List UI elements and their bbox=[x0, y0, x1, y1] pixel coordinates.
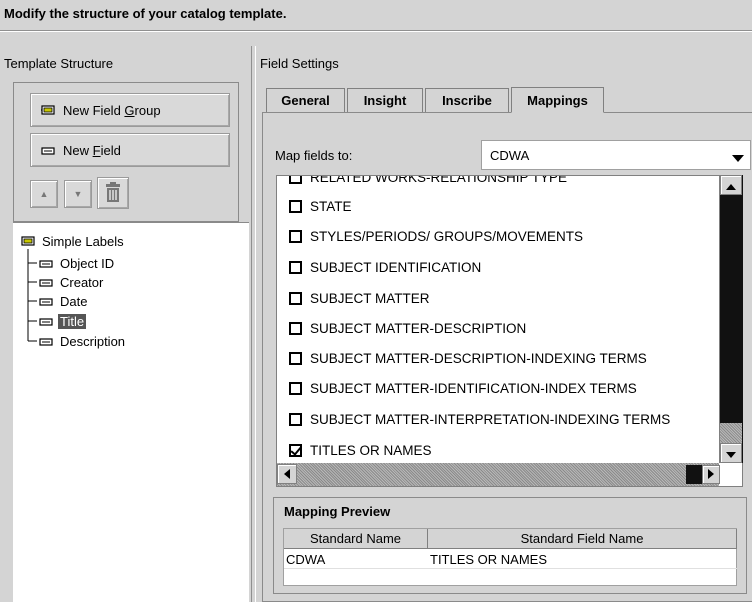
list-item[interactable]: STATE bbox=[289, 196, 352, 216]
table-cell: TITLES OR NAMES bbox=[428, 550, 737, 569]
tree-item[interactable]: Object ID bbox=[39, 254, 116, 272]
delete-button[interactable] bbox=[97, 177, 129, 209]
field-icon bbox=[39, 294, 53, 309]
template-toolbar: New Field Group New Field ▲ ▼ bbox=[13, 82, 239, 222]
checkbox[interactable] bbox=[289, 229, 302, 243]
field-icon bbox=[39, 275, 53, 290]
tree-item-label: Object ID bbox=[60, 255, 115, 271]
mapping-preview-legend: Mapping Preview bbox=[282, 504, 393, 519]
heading-divider bbox=[0, 30, 752, 32]
trash-icon bbox=[105, 181, 121, 205]
column-header[interactable]: Standard Name bbox=[284, 529, 428, 549]
checkbox[interactable] bbox=[289, 351, 302, 365]
list-item[interactable]: SUBJECT MATTER-IDENTIFICATION-INDEX TERM… bbox=[289, 378, 637, 398]
field-settings-label: Field Settings bbox=[260, 56, 339, 71]
tree-item-label: Date bbox=[60, 293, 88, 309]
new-field-button[interactable]: New Field bbox=[30, 133, 230, 167]
list-item[interactable]: SUBJECT MATTER-INTERPRETATION-INDEXING T… bbox=[289, 409, 670, 429]
field-group-icon bbox=[41, 103, 55, 118]
checkbox[interactable] bbox=[289, 412, 302, 426]
triangle-left-icon bbox=[284, 467, 290, 482]
scroll-down-button[interactable] bbox=[720, 443, 742, 463]
vertical-scrollbar[interactable] bbox=[719, 175, 743, 463]
scroll-left-button[interactable] bbox=[277, 464, 297, 484]
triangle-up-icon: ▲ bbox=[39, 189, 49, 199]
page-heading: Modify the structure of your catalog tem… bbox=[4, 6, 287, 21]
checkbox[interactable] bbox=[289, 321, 302, 335]
tree-root[interactable]: Simple Labels bbox=[21, 232, 126, 250]
tab-mappings[interactable]: Mappings bbox=[511, 87, 604, 113]
tab-insight[interactable]: Insight bbox=[347, 88, 423, 112]
chevron-down-icon bbox=[732, 151, 744, 166]
move-up-button[interactable]: ▲ bbox=[30, 180, 58, 208]
triangle-right-icon bbox=[708, 467, 714, 482]
list-item[interactable]: SUBJECT MATTER bbox=[289, 288, 430, 308]
column-header[interactable]: Standard Field Name bbox=[428, 529, 737, 549]
scroll-right-button[interactable] bbox=[702, 465, 720, 484]
list-item[interactable]: SUBJECT IDENTIFICATION bbox=[289, 257, 481, 277]
horizontal-scrollbar[interactable] bbox=[277, 463, 719, 486]
mapping-preview-table: Standard Name Standard Field Name CDWA T… bbox=[283, 528, 737, 586]
tree-item-label: Title bbox=[58, 313, 87, 329]
triangle-down-icon bbox=[726, 446, 736, 461]
checkbox[interactable] bbox=[289, 291, 302, 305]
field-group-icon bbox=[21, 234, 35, 249]
scroll-thumb[interactable] bbox=[686, 465, 702, 484]
checkbox[interactable] bbox=[289, 199, 302, 213]
tab-general[interactable]: General bbox=[266, 88, 345, 112]
scroll-track[interactable] bbox=[720, 423, 742, 445]
tab-inscribe[interactable]: Inscribe bbox=[425, 88, 509, 112]
list-item[interactable]: SUBJECT MATTER-DESCRIPTION bbox=[289, 318, 526, 338]
tree-item-selected[interactable]: Title bbox=[39, 312, 87, 330]
checkbox[interactable] bbox=[289, 381, 302, 395]
move-down-button[interactable]: ▼ bbox=[64, 180, 92, 208]
template-tree[interactable]: Simple Labels Object ID Creator Date Tit… bbox=[13, 222, 249, 602]
field-icon bbox=[41, 143, 55, 158]
tree-item[interactable]: Date bbox=[39, 292, 89, 310]
field-icon bbox=[39, 256, 53, 271]
tree-item[interactable]: Description bbox=[39, 332, 127, 350]
checkbox-checked[interactable] bbox=[289, 443, 302, 457]
checkbox[interactable] bbox=[289, 260, 302, 274]
field-mapping-list[interactable]: RELATED WORKS-RELATIONSHIP TYPE STATE ST… bbox=[276, 175, 743, 487]
map-fields-select[interactable]: CDWA bbox=[481, 140, 751, 170]
field-icon bbox=[39, 334, 53, 349]
new-field-group-button[interactable]: New Field Group bbox=[30, 93, 230, 127]
field-icon bbox=[39, 314, 53, 329]
triangle-down-icon: ▼ bbox=[73, 189, 83, 199]
table-cell: CDWA bbox=[284, 550, 428, 569]
map-fields-value: CDWA bbox=[490, 147, 530, 163]
checkbox[interactable] bbox=[289, 176, 302, 184]
tree-root-label: Simple Labels bbox=[42, 233, 124, 249]
tree-item-label: Description bbox=[60, 333, 126, 349]
template-structure-label: Template Structure bbox=[4, 56, 114, 71]
scroll-up-button[interactable] bbox=[720, 175, 742, 195]
list-item[interactable]: STYLES/PERIODS/ GROUPS/MOVEMENTS bbox=[289, 226, 583, 246]
list-item[interactable]: TITLES OR NAMES bbox=[289, 440, 432, 460]
new-field-group-label: New Field Group bbox=[63, 102, 161, 118]
tree-item[interactable]: Creator bbox=[39, 273, 105, 291]
new-field-label: New Field bbox=[63, 142, 121, 158]
list-item[interactable]: RELATED WORKS-RELATIONSHIP TYPE bbox=[289, 176, 567, 187]
tree-item-label: Creator bbox=[60, 274, 104, 290]
triangle-up-icon bbox=[726, 178, 736, 193]
map-fields-label: Map fields to: bbox=[275, 148, 353, 163]
panel-splitter[interactable] bbox=[251, 46, 256, 602]
list-item[interactable]: SUBJECT MATTER-DESCRIPTION-INDEXING TERM… bbox=[289, 348, 647, 368]
